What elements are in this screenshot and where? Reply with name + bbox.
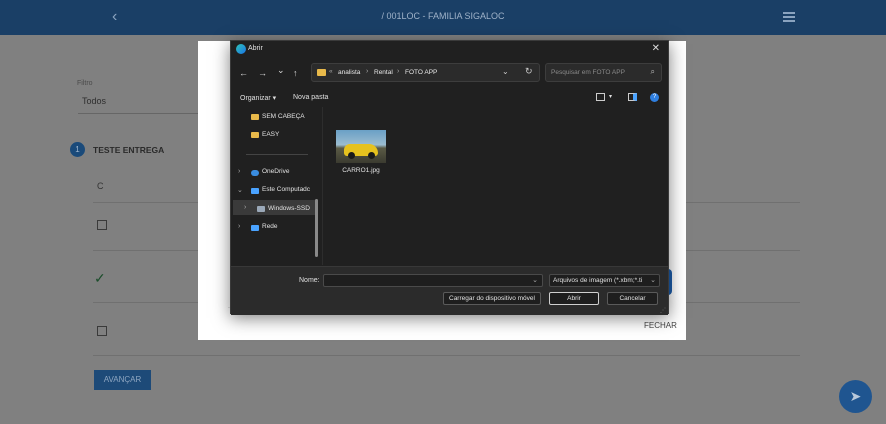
sidebar-item-este-computador[interactable]: Este Computadc xyxy=(262,186,310,193)
file-open-dialog: Abrir ✕ ← → ⌄ ↑ « analista › Rental › FO… xyxy=(230,40,669,315)
browser-logo-icon xyxy=(236,44,246,54)
close-icon[interactable]: ✕ xyxy=(652,43,660,54)
folder-icon xyxy=(251,132,259,138)
network-icon xyxy=(251,225,259,231)
sidebar-item-sem-cabeca[interactable]: SEM CABEÇA xyxy=(262,113,305,120)
chevron-right-icon: › xyxy=(397,68,400,75)
sidebar-item-rede[interactable]: Rede xyxy=(262,223,278,230)
chevron-right-icon[interactable]: › xyxy=(238,223,240,230)
nome-label: Nome: xyxy=(299,277,320,284)
recent-locations-icon[interactable]: ⌄ xyxy=(277,65,285,76)
row-divider xyxy=(93,355,800,356)
abrir-button[interactable]: Abrir xyxy=(549,292,599,305)
chevron-right-icon: › xyxy=(366,68,369,75)
computer-icon xyxy=(251,188,259,194)
image-thumbnail[interactable] xyxy=(336,130,386,163)
step-label: TESTE ENTREGA xyxy=(93,145,165,155)
chevron-down-icon[interactable]: ⌄ xyxy=(502,67,509,76)
folder-icon xyxy=(317,69,326,76)
hamburger-menu-icon[interactable] xyxy=(783,12,795,24)
step-number-badge: 1 xyxy=(70,142,85,157)
sidebar-scrollbar[interactable] xyxy=(315,199,318,257)
resize-grip-icon[interactable]: ⋰ xyxy=(660,307,666,314)
sidebar-item-windows-ssd[interactable]: Windows-SSD xyxy=(268,205,310,212)
send-icon[interactable]: ➤ xyxy=(839,380,872,413)
row-checkbox[interactable] xyxy=(97,326,107,336)
breadcrumb-item[interactable]: Rental xyxy=(374,69,393,76)
view-options-icon[interactable] xyxy=(596,93,605,101)
search-placeholder: Pesquisar em FOTO APP xyxy=(551,69,625,76)
filter-select[interactable]: Todos xyxy=(82,96,106,106)
refresh-icon[interactable]: ↻ xyxy=(525,66,533,77)
search-icon: ⌕ xyxy=(650,67,655,76)
chevron-right-icon[interactable]: › xyxy=(238,168,240,175)
forward-arrow-icon[interactable]: → xyxy=(258,68,267,78)
drive-icon xyxy=(257,206,265,212)
dialog-titlebar: Abrir ✕ xyxy=(231,41,668,59)
filter-underline xyxy=(78,113,208,114)
chevron-down-icon: ⌄ xyxy=(650,276,656,284)
search-input[interactable]: Pesquisar em FOTO APP ⌕ xyxy=(545,63,662,82)
sidebar-divider xyxy=(246,154,308,155)
back-arrow-icon[interactable]: ← xyxy=(239,68,248,78)
avancar-button[interactable]: AVANÇAR xyxy=(94,370,151,390)
breadcrumb-item[interactable]: analista xyxy=(338,69,360,76)
sidebar-item-onedrive[interactable]: OneDrive xyxy=(262,168,289,175)
address-bar[interactable]: « analista › Rental › FOTO APP ⌄ ↻ xyxy=(311,63,540,82)
cancelar-button[interactable]: Cancelar xyxy=(607,292,658,305)
row-checkbox[interactable] xyxy=(97,220,107,230)
help-icon[interactable]: ? xyxy=(650,93,659,102)
navigation-pane: SEM CABEÇA EASY › OneDrive ⌄ Este Comput… xyxy=(231,107,322,265)
row-text: C xyxy=(97,181,104,191)
chevron-down-icon[interactable]: ▾ xyxy=(609,93,612,100)
wheel xyxy=(368,152,375,159)
pane-divider xyxy=(322,107,323,265)
check-icon[interactable]: ✓ xyxy=(94,270,106,287)
chevron-right-icon[interactable]: › xyxy=(244,204,246,211)
dialog-footer: Nome: ⌄ Arquivos de imagem (*.xbm;*.ti ⌄… xyxy=(231,266,668,315)
file-name-label[interactable]: CARRO1.jpg xyxy=(336,167,386,174)
app-header: ‹ / 001LOC - FAMILIA SIGALOC xyxy=(0,0,886,35)
preview-pane-icon[interactable] xyxy=(628,93,637,101)
file-name-input[interactable]: ⌄ xyxy=(323,274,543,287)
filter-label: Filtro xyxy=(77,80,93,87)
up-arrow-icon[interactable]: ↑ xyxy=(293,68,298,78)
dialog-title: Abrir xyxy=(248,45,263,52)
chevron-down-icon[interactable]: ⌄ xyxy=(532,276,538,284)
breadcrumb-overflow[interactable]: « xyxy=(329,68,333,75)
folder-icon xyxy=(251,114,259,120)
nova-pasta-button[interactable]: Nova pasta xyxy=(293,94,328,101)
file-type-value: Arquivos de imagem (*.xbm;*.ti xyxy=(553,277,643,284)
file-type-select[interactable]: Arquivos de imagem (*.xbm;*.ti ⌄ xyxy=(549,274,660,287)
breadcrumb-item[interactable]: FOTO APP xyxy=(405,69,437,76)
wheel xyxy=(348,152,355,159)
page-title: / 001LOC - FAMILIA SIGALOC xyxy=(381,11,505,21)
fechar-button[interactable]: FECHAR xyxy=(644,321,677,330)
carregar-dispositivo-button[interactable]: Carregar do dispositivo móvel xyxy=(443,292,541,305)
cloud-icon xyxy=(251,170,259,176)
chevron-down-icon[interactable]: ⌄ xyxy=(237,186,243,194)
organizar-button[interactable]: Organizar ▾ xyxy=(240,94,276,102)
sidebar-item-easy[interactable]: EASY xyxy=(262,131,279,138)
